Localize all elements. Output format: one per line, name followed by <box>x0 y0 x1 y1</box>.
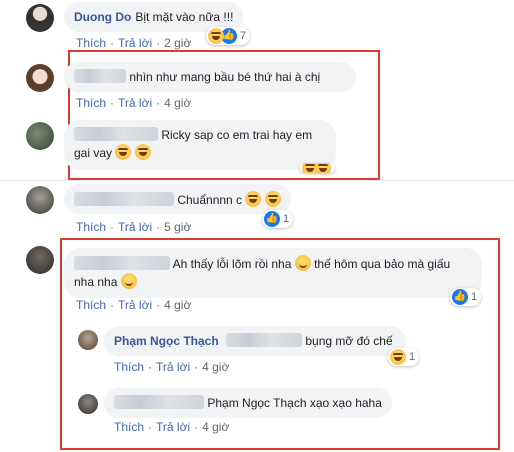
reply-link[interactable]: Trả lời <box>118 96 152 110</box>
comment-actions: Thích · Trả lời · 5 giờ <box>76 220 192 234</box>
blurred-text <box>226 333 303 347</box>
smile-emoji-icon <box>120 273 137 289</box>
like-link[interactable]: Thích <box>114 420 144 434</box>
comment-text: thế hôm qua bảo mà giấu <box>314 257 451 271</box>
comment-bubble: Ricky sap co em trai hay em gai vay <box>64 120 336 170</box>
avatar[interactable] <box>26 186 54 214</box>
timestamp: 4 giờ <box>164 96 192 110</box>
reply-actions: Thích · Trả lời · 4 giờ <box>114 420 230 434</box>
reaction-summary[interactable] <box>300 163 335 173</box>
reply-author[interactable]: Phạm Ngọc Thạch <box>114 334 219 348</box>
timestamp: 4 giờ <box>202 360 230 374</box>
reaction-count: 1 <box>283 213 290 225</box>
comment-bubble: Ah thấy lỗi lõm rồi nha thế hôm qua bảo … <box>64 248 482 298</box>
blurred-author <box>74 69 126 83</box>
reply-link[interactable]: Trả lời <box>118 298 152 312</box>
divider <box>0 180 514 181</box>
like-link[interactable]: Thích <box>76 298 106 312</box>
comment-actions: Thích · Trả lời · 2 giờ <box>76 36 192 50</box>
comment-text: Ah thấy lỗi lõm rồi nha <box>172 257 292 271</box>
reply-link[interactable]: Trả lời <box>156 360 190 374</box>
reaction-count: 7 <box>240 30 247 42</box>
reaction-count: 1 <box>409 351 416 363</box>
reply-link[interactable]: Trả lời <box>118 36 152 50</box>
timestamp: 4 giờ <box>202 420 230 434</box>
comment-text: nhìn như mang bầu bé thứ hai à chị <box>129 70 321 84</box>
comment-bubble: nhìn như mang bầu bé thứ hai à chị <box>64 62 356 92</box>
haha-emoji-icon <box>245 191 262 207</box>
reply-text: bụng mỡ đó chế <box>305 334 393 348</box>
timestamp: 4 giờ <box>164 298 192 312</box>
like-link[interactable]: Thích <box>114 360 144 374</box>
haha-icon <box>390 349 406 365</box>
blurred-author <box>74 192 174 206</box>
reaction-count: 1 <box>471 291 478 303</box>
haha-emoji-icon <box>264 191 281 207</box>
reaction-summary[interactable]: 👍 1 <box>262 210 294 228</box>
haha-icon <box>208 28 224 44</box>
haha-emoji-icon <box>134 144 151 160</box>
avatar[interactable] <box>26 64 54 92</box>
reaction-summary[interactable]: 1 <box>388 348 420 366</box>
avatar[interactable] <box>26 4 54 32</box>
like-icon: 👍 <box>264 211 280 227</box>
avatar[interactable] <box>26 246 54 274</box>
comment-actions: Thích · Trả lời · 4 giờ <box>76 298 192 312</box>
comment-text: Chuẩnnnn c <box>177 193 243 207</box>
reply-link[interactable]: Trả lời <box>118 220 152 234</box>
reply-text: Phạm Ngọc Thạch xạo xạo haha <box>207 396 382 410</box>
like-link[interactable]: Thích <box>76 96 106 110</box>
comment-bubble: Chuẩnnnn c <box>64 184 291 214</box>
haha-emoji-icon <box>115 144 132 160</box>
avatar[interactable] <box>78 394 98 414</box>
reaction-summary[interactable]: 👍 1 <box>450 288 482 306</box>
reaction-summary[interactable]: 👍 7 <box>206 27 251 45</box>
comment-actions: Thích · Trả lời · 4 giờ <box>76 96 192 110</box>
reply-bubble: Phạm Ngọc Thạch bụng mỡ đó chế <box>104 326 406 356</box>
comment-text: Ricky sap co em trai hay em <box>161 128 313 142</box>
blurred-author <box>114 395 204 409</box>
comment-text: gai vay <box>74 146 113 160</box>
comment-text: nha nha <box>74 275 118 289</box>
haha-icon <box>315 163 331 173</box>
comment-text: Bịt mặt vào nữa !!! <box>135 10 234 24</box>
avatar[interactable] <box>26 122 54 150</box>
reply-actions: Thích · Trả lời · 4 giờ <box>114 360 230 374</box>
avatar[interactable] <box>78 330 98 350</box>
timestamp: 5 giờ <box>164 220 192 234</box>
blurred-author <box>74 127 158 141</box>
timestamp: 2 giờ <box>164 36 192 50</box>
reply-bubble: Phạm Ngọc Thạch xạo xạo haha <box>104 388 392 418</box>
like-link[interactable]: Thích <box>76 36 106 50</box>
smile-emoji-icon <box>294 255 311 271</box>
like-icon: 👍 <box>452 289 468 305</box>
blurred-author <box>74 256 170 270</box>
like-link[interactable]: Thích <box>76 220 106 234</box>
reply-link[interactable]: Trả lời <box>156 420 190 434</box>
comment-author[interactable]: Duong Do <box>74 10 131 24</box>
